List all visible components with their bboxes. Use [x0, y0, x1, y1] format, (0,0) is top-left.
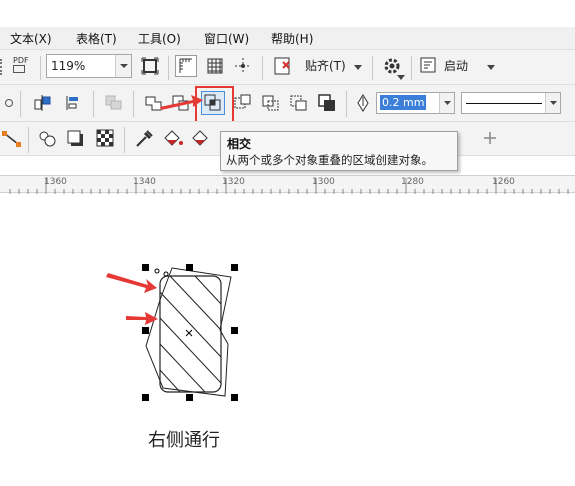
tooltip-title: 相交	[227, 137, 252, 151]
intersect-tooltip: 相交 从两个或多个对象重叠的区域创建对象。	[220, 131, 458, 171]
center-marker	[185, 329, 193, 337]
canvas-caption: 右侧通行	[148, 430, 220, 451]
node-handle[interactable]	[154, 268, 160, 274]
canvas-artwork	[106, 95, 238, 401]
tooltip-description: 从两个或多个对象重叠的区域创建对象。	[226, 153, 433, 167]
red-arrow-annotation	[160, 95, 203, 110]
red-arrow-annotation	[106, 273, 157, 293]
node-handle[interactable]	[163, 271, 169, 277]
